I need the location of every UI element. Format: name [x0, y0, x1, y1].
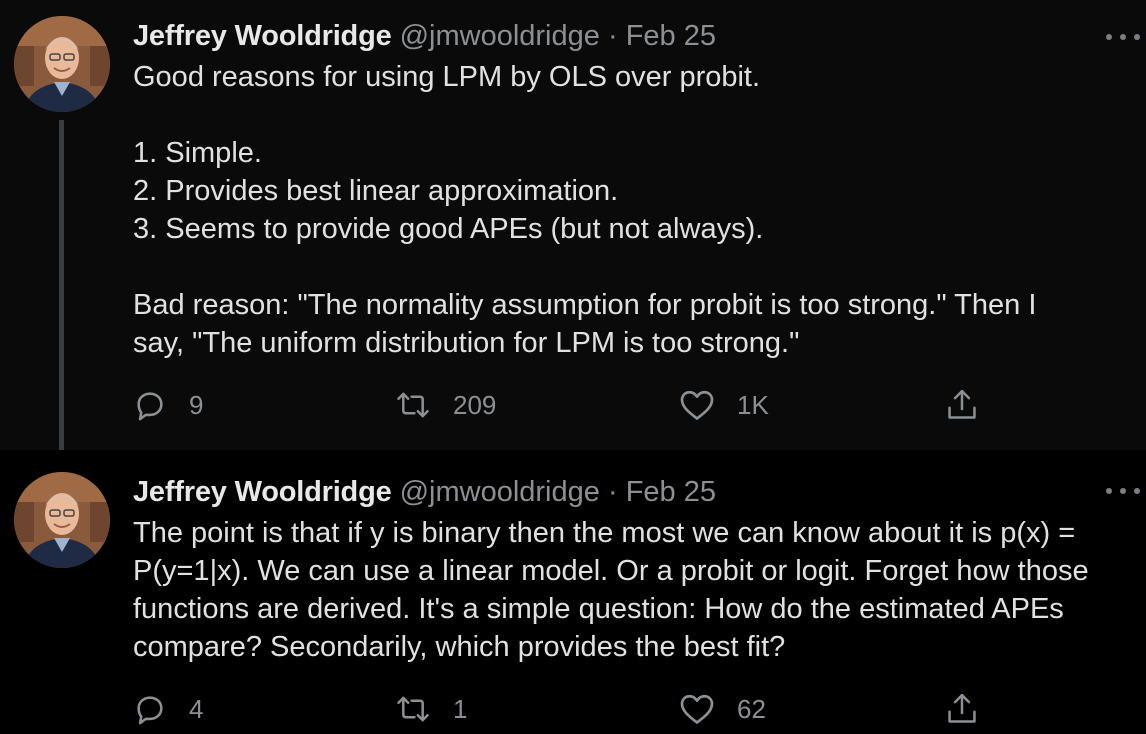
retweet-button[interactable]: 1	[395, 689, 467, 729]
tweet-line: Good reasons for using LPM by OLS over p…	[133, 61, 761, 93]
tweet-line: The point is that if y is binary then th…	[133, 517, 1076, 549]
tweet-line: functions are derived. It's a simple que…	[133, 593, 1064, 625]
share-button[interactable]	[945, 385, 979, 425]
reply-button[interactable]: 9	[133, 385, 203, 425]
tweet-date[interactable]: Feb 25	[626, 20, 716, 52]
tweet-line: Bad reason: "The normality assumption fo…	[133, 289, 1037, 321]
tweet-text: The point is that if y is binary then th…	[133, 514, 1142, 666]
heart-icon	[680, 694, 714, 724]
tweet-header: Jeffrey Wooldridge @jmwooldridge · Feb 2…	[133, 474, 1086, 510]
avatar[interactable]	[14, 16, 110, 112]
like-button[interactable]: 62	[679, 689, 766, 729]
tweet-paragraph: The point is that if y is binary then th…	[133, 514, 1142, 666]
reply-button[interactable]: 4	[133, 689, 203, 729]
share-icon	[948, 693, 976, 723]
thread-connector-line	[59, 120, 64, 464]
author-name[interactable]: Jeffrey Wooldridge	[133, 20, 392, 52]
share-button[interactable]	[945, 689, 979, 729]
retweet-icon	[397, 696, 429, 722]
tweet-text: Good reasons for using LPM by OLS over p…	[133, 58, 1142, 362]
meta-separator: ·	[607, 476, 618, 508]
retweet-button[interactable]: 209	[395, 385, 496, 425]
tweet-line: say, "The uniform distribution for LPM i…	[133, 327, 800, 359]
heart-icon	[680, 390, 714, 420]
like-count: 1K	[737, 389, 769, 420]
like-count: 62	[737, 693, 766, 724]
retweet-count: 209	[453, 389, 497, 420]
tweet[interactable]: Jeffrey Wooldridge @jmwooldridge · Feb 2…	[0, 450, 1146, 734]
author-name[interactable]: Jeffrey Wooldridge	[133, 476, 392, 508]
tweet-line: 1. Simple.	[133, 137, 262, 169]
tweet-line: P(y=1|x). We can use a linear model. Or …	[133, 555, 1089, 587]
tweet-line: 3. Seems to provide good APEs (but not a…	[133, 213, 764, 245]
share-icon	[948, 389, 976, 419]
more-options-icon[interactable]	[1106, 30, 1140, 44]
reply-icon	[137, 392, 163, 421]
tweet-line: 2. Provides best linear approximation.	[133, 175, 619, 207]
author-handle[interactable]: @jmwooldridge	[400, 20, 600, 52]
tweet-header: Jeffrey Wooldridge @jmwooldridge · Feb 2…	[133, 18, 1086, 54]
tweet-paragraph: Good reasons for using LPM by OLS over p…	[133, 58, 1142, 96]
like-button[interactable]: 1K	[679, 385, 769, 425]
tweet-paragraph: Bad reason: "The normality assumption fo…	[133, 286, 1142, 362]
reply-count: 4	[189, 693, 204, 724]
reply-count: 9	[189, 389, 204, 420]
tweet-actions: 4 1 62	[133, 689, 993, 729]
more-options-icon[interactable]	[1106, 484, 1140, 498]
avatar[interactable]	[14, 472, 110, 568]
tweet[interactable]: Jeffrey Wooldridge @jmwooldridge · Feb 2…	[0, 0, 1146, 464]
tweet-date[interactable]: Feb 25	[626, 476, 716, 508]
retweet-icon	[397, 392, 429, 418]
tweet-actions: 9 209 1K	[133, 385, 993, 425]
meta-separator: ·	[607, 20, 618, 52]
tweet-line: compare? Secondarily, which provides the…	[133, 631, 786, 663]
tweet-paragraph: 1. Simple. 2. Provides best linear appro…	[133, 134, 1142, 248]
author-handle[interactable]: @jmwooldridge	[400, 476, 600, 508]
retweet-count: 1	[453, 693, 468, 724]
reply-icon	[137, 696, 163, 725]
